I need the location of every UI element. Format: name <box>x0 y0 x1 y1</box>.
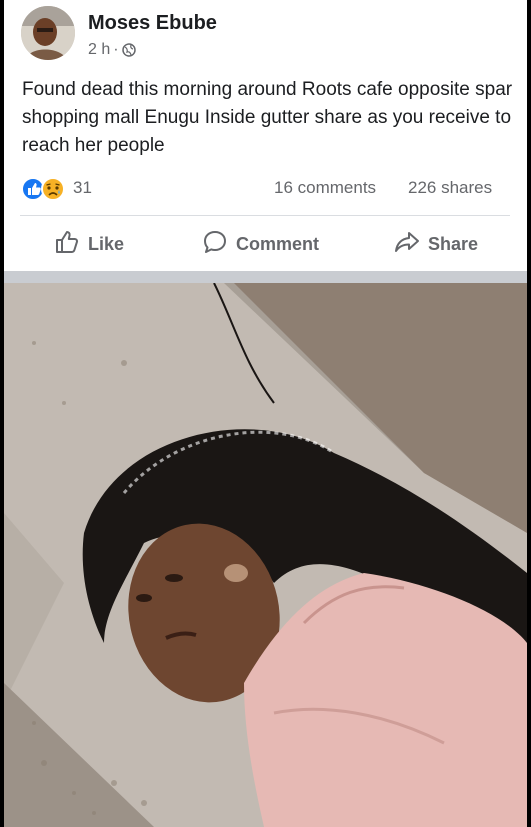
post-stats: 31 16 comments 226 shares <box>4 172 527 206</box>
like-label: Like <box>88 233 125 254</box>
sad-reaction-icon <box>41 177 65 201</box>
reaction-count[interactable]: 31 <box>73 178 92 198</box>
meta-separator: · <box>113 41 119 58</box>
thumbs-up-icon <box>54 229 80 260</box>
comment-icon <box>202 229 228 260</box>
share-button[interactable]: Share <box>394 227 478 261</box>
section-gap <box>4 271 527 283</box>
post-time[interactable]: 2 h <box>88 41 110 59</box>
share-icon <box>394 229 420 260</box>
post-meta: 2 h · <box>88 41 136 59</box>
globe-icon <box>121 43 136 57</box>
post-text: Found dead this morning around Roots caf… <box>22 79 513 156</box>
avatar[interactable] <box>21 6 75 60</box>
comment-label: Comment <box>236 233 320 254</box>
divider <box>20 215 510 216</box>
comments-count[interactable]: 16 comments <box>274 178 376 198</box>
like-button[interactable]: Like <box>54 227 124 261</box>
post-photo[interactable] <box>4 283 527 827</box>
reaction-icons[interactable] <box>21 176 67 202</box>
share-label: Share <box>428 233 479 254</box>
comment-button[interactable]: Comment <box>202 227 319 261</box>
action-bar: Like Comment Share <box>4 217 527 271</box>
shares-count[interactable]: 226 shares <box>408 178 492 198</box>
author-name[interactable]: Moses Ebube <box>88 12 217 35</box>
post-header: Moses Ebube 2 h · <box>4 0 527 70</box>
like-reaction-icon <box>21 177 45 201</box>
facebook-post: Moses Ebube 2 h · Found dead this mornin… <box>4 0 527 827</box>
